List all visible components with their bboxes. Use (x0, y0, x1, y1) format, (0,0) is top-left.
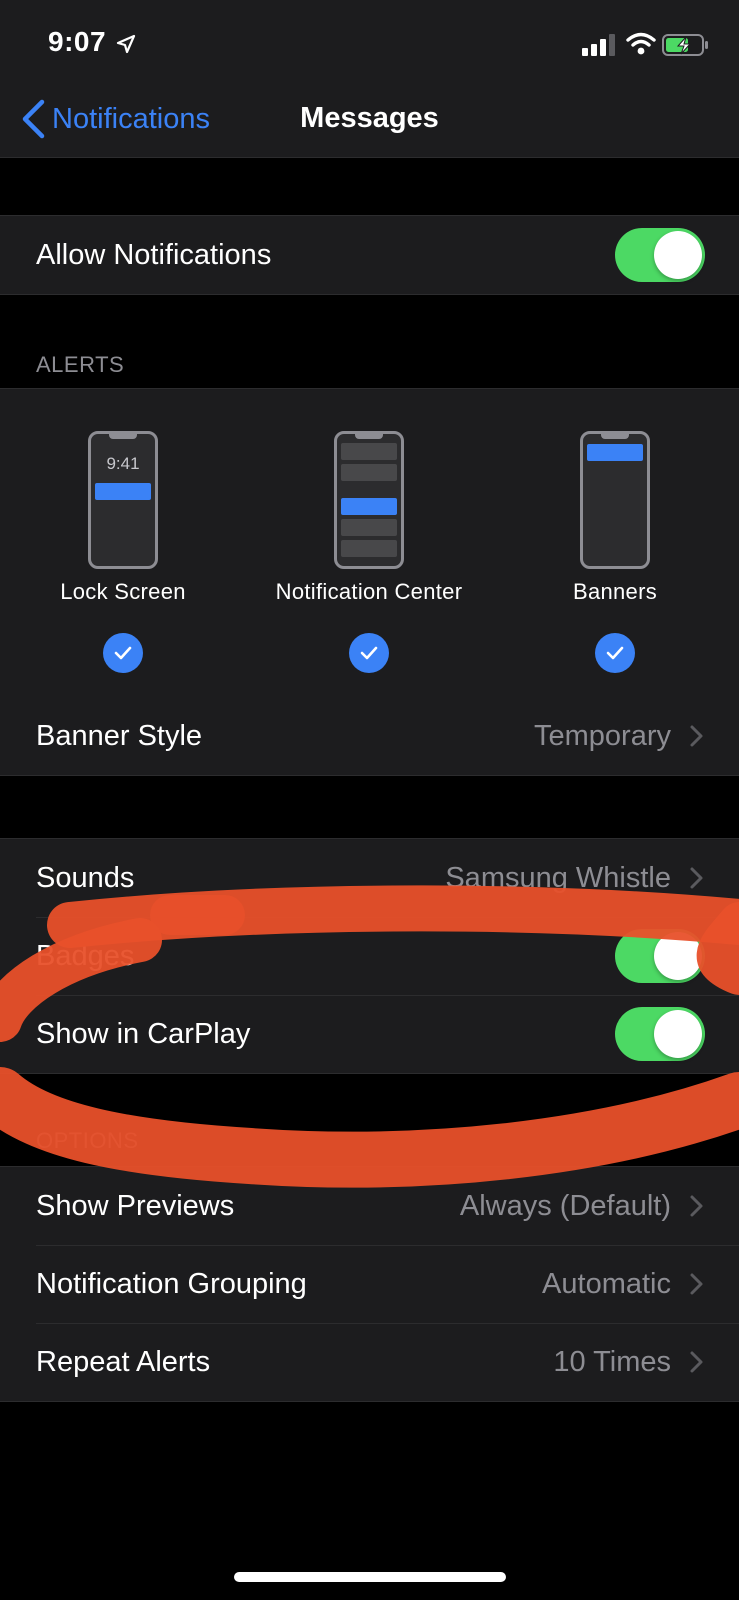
checkmark-icon[interactable] (103, 633, 143, 673)
sounds-row[interactable]: Sounds Samsung Whistle (0, 839, 739, 917)
chevron-right-icon (690, 1195, 703, 1217)
allow-notifications-toggle[interactable] (615, 228, 705, 282)
back-button[interactable]: Notifications (20, 96, 210, 142)
carplay-toggle[interactable] (615, 1007, 705, 1061)
repeat-alerts-row[interactable]: Repeat Alerts 10 Times (0, 1323, 739, 1401)
notification-grouping-row[interactable]: Notification Grouping Automatic (0, 1245, 739, 1323)
notification-grouping-label: Notification Grouping (36, 1267, 307, 1300)
alert-option-notification-center[interactable]: Notification Center (246, 389, 492, 697)
options-section-header: OPTIONS (36, 1128, 139, 1153)
alert-option-label: Banners (572, 579, 658, 604)
chevron-right-icon (690, 725, 703, 747)
navigation-bar: Messages Notifications (0, 80, 739, 158)
notification-grouping-value: Automatic (542, 1267, 671, 1300)
show-previews-row[interactable]: Show Previews Always (Default) (0, 1167, 739, 1245)
banner-style-row[interactable]: Banner Style Temporary (0, 697, 739, 775)
chevron-right-icon (690, 1351, 703, 1373)
badges-row: Badges (0, 917, 739, 995)
toggle-knob (654, 1010, 702, 1058)
badges-toggle[interactable] (615, 929, 705, 983)
home-indicator[interactable] (234, 1572, 506, 1582)
back-button-label: Notifications (52, 102, 210, 135)
show-previews-label: Show Previews (36, 1189, 235, 1222)
repeat-alerts-label: Repeat Alerts (36, 1345, 211, 1378)
chevron-right-icon (690, 1273, 703, 1295)
wifi-icon (626, 32, 656, 55)
alert-option-label: Lock Screen (60, 579, 186, 604)
carplay-label: Show in CarPlay (36, 1017, 251, 1050)
lock-screen-time: 9:41 (106, 454, 140, 473)
sounds-label: Sounds (36, 861, 135, 894)
alerts-group: 9:41 Lock Screen Notification Center Ban… (0, 388, 739, 776)
notification-center-preview-icon (334, 431, 404, 569)
show-previews-value: Always (Default) (459, 1189, 671, 1222)
banner-style-label: Banner Style (36, 719, 203, 752)
chevron-right-icon (690, 867, 703, 889)
checkmark-icon[interactable] (595, 633, 635, 673)
toggle-knob (654, 231, 702, 279)
alert-styles: 9:41 Lock Screen Notification Center Ban… (0, 389, 739, 697)
carplay-row: Show in CarPlay (0, 995, 739, 1073)
status-time: 9:07 (48, 26, 107, 57)
alert-option-banners[interactable]: Banners (492, 389, 738, 697)
badges-label: Badges (36, 939, 135, 972)
allow-notifications-row: Allow Notifications (0, 216, 739, 294)
banner-style-value: Temporary (534, 719, 671, 752)
battery-charging-icon (662, 34, 708, 56)
allow-notifications-label: Allow Notifications (36, 238, 272, 271)
alert-option-lock-screen[interactable]: 9:41 Lock Screen (0, 389, 246, 697)
checkmark-icon[interactable] (349, 633, 389, 673)
sounds-value: Samsung Whistle (445, 861, 671, 894)
toggle-knob (654, 932, 702, 980)
alert-option-label: Notification Center (275, 579, 463, 604)
banners-preview-icon (580, 431, 650, 569)
allow-notifications-group: Allow Notifications (0, 215, 739, 295)
repeat-alerts-value: 10 Times (553, 1345, 671, 1378)
location-arrow-icon (116, 34, 136, 54)
status-bar: 9:07 (0, 0, 739, 80)
settings-screen: 9:07 Messages Notifications Allow Notifi… (0, 0, 739, 1600)
chevron-left-icon (22, 99, 45, 139)
options-group: Show Previews Always (Default) Notificat… (0, 1166, 739, 1402)
cellular-signal-icon (582, 34, 615, 56)
sounds-badges-group: Sounds Samsung Whistle Badges Show in Ca… (0, 838, 739, 1074)
alerts-section-header: ALERTS (36, 352, 125, 377)
lock-screen-preview-icon: 9:41 (88, 431, 158, 569)
